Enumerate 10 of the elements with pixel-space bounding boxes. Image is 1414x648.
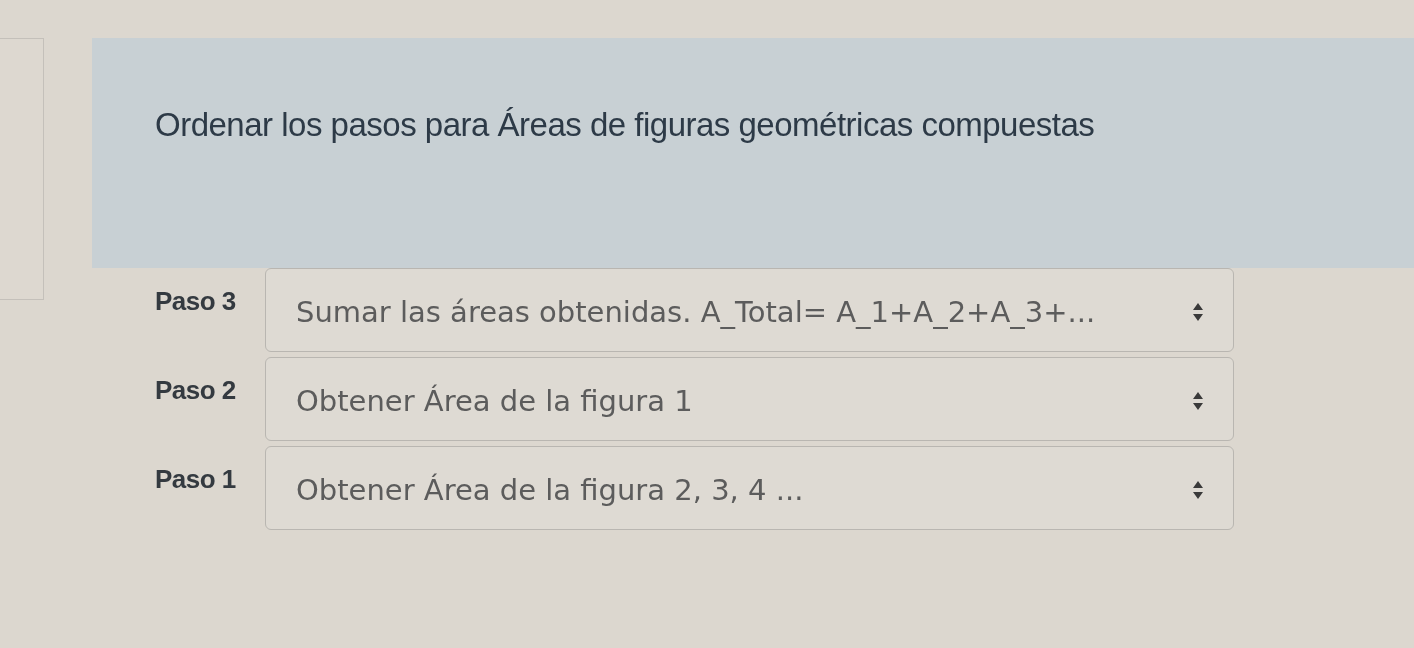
up-down-caret-icon xyxy=(1193,392,1203,410)
answer-dropdown[interactable]: Obtener Área de la figura 2, 3, 4 ... xyxy=(265,446,1234,530)
step-label: Paso 3 xyxy=(155,285,237,317)
up-down-caret-icon xyxy=(1193,481,1203,499)
step-label: Paso 2 xyxy=(155,374,237,406)
up-down-caret-icon xyxy=(1193,303,1203,321)
answer-dropdown[interactable]: Sumar las áreas obtenidas. A_Total= A_1+A_2+A_3+... xyxy=(265,268,1234,352)
question-title: Ordenar los pasos para Áreas de figuras geométricas compuestas xyxy=(155,106,1095,144)
step-label: Paso 1 xyxy=(155,463,237,495)
answer-dropdown[interactable]: Obtener Área de la figura 1 xyxy=(265,357,1234,441)
